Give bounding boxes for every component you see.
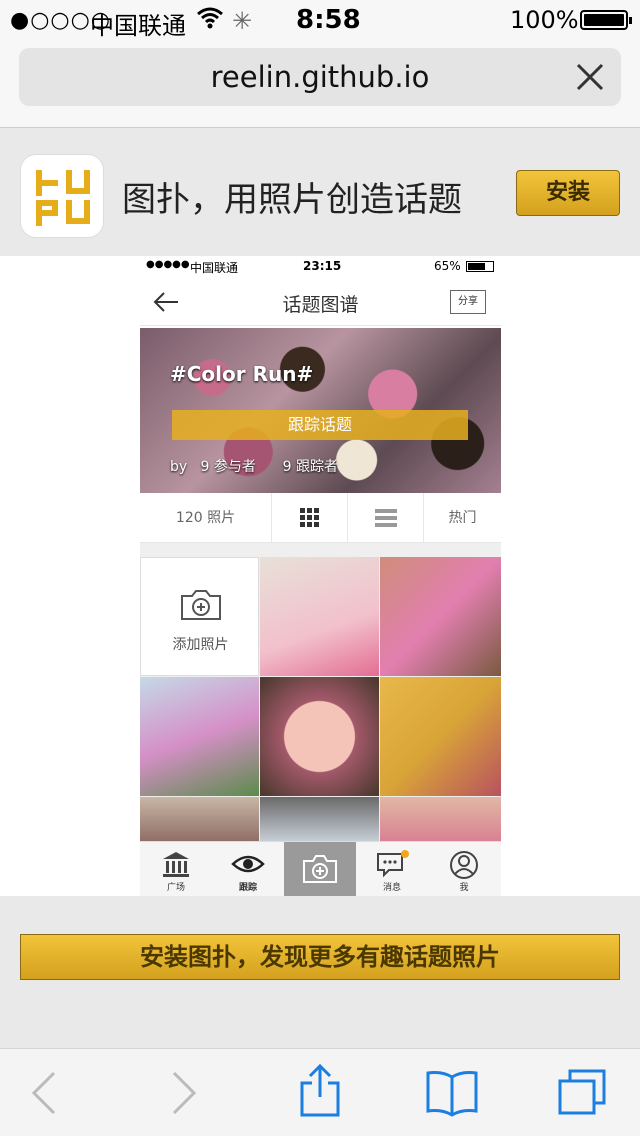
by-label: by bbox=[170, 459, 188, 475]
follow-topic-button: 跟踪话题 bbox=[172, 410, 468, 440]
preview-status-bar: ●●●●● 中国联通 23:15 65% bbox=[140, 256, 501, 278]
photo-thumbnail bbox=[380, 797, 501, 842]
clock: 8:58 bbox=[296, 5, 361, 35]
tabs-icon[interactable] bbox=[556, 1067, 608, 1117]
photo-thumbnail bbox=[380, 557, 501, 676]
list-view-icon bbox=[348, 493, 424, 543]
photo-thumbnail bbox=[140, 677, 259, 796]
participants-count: 9 参与者 bbox=[200, 459, 256, 475]
share-icon: 分享 bbox=[450, 290, 486, 314]
share-icon[interactable] bbox=[298, 1063, 342, 1117]
photo-thumbnail bbox=[260, 677, 379, 796]
browser-address-area: reelin.github.io bbox=[0, 40, 640, 128]
photo-thumbnail bbox=[260, 557, 379, 676]
browser-toolbar bbox=[0, 1048, 640, 1136]
banner-title: 图扑，用照片创造话题 bbox=[122, 180, 462, 220]
address-bar[interactable]: reelin.github.io bbox=[19, 48, 621, 106]
nav-square: 广场 bbox=[140, 842, 212, 896]
app-preview-screenshot: ●●●●● 中国联通 23:15 65% 话题图谱 分享 #Color Run#… bbox=[140, 256, 501, 896]
camera-icon bbox=[303, 855, 337, 883]
photo-thumbnail bbox=[140, 797, 259, 842]
preview-bottom-nav: 广场 跟踪 消息 我 bbox=[140, 841, 501, 896]
tupu-app-logo bbox=[20, 154, 104, 238]
photo-grid: 添加照片 bbox=[140, 557, 501, 842]
nav-me-label: 我 bbox=[459, 883, 469, 893]
photo-thumbnail bbox=[380, 677, 501, 796]
url-text[interactable]: reelin.github.io bbox=[19, 60, 621, 94]
preview-battery-text: 65% bbox=[434, 259, 461, 273]
nav-square-label: 广场 bbox=[166, 883, 185, 893]
preview-header: 话题图谱 分享 bbox=[140, 278, 501, 326]
add-photo-label: 添加照片 bbox=[172, 637, 229, 653]
camera-plus-icon bbox=[181, 590, 221, 620]
back-icon[interactable] bbox=[30, 1071, 58, 1115]
building-icon bbox=[163, 852, 189, 877]
close-icon[interactable] bbox=[575, 62, 605, 92]
wifi-icon bbox=[197, 7, 223, 29]
install-discover-button[interactable]: 安装图扑，发现更多有趣话题照片 bbox=[20, 934, 620, 980]
grid-view-icon bbox=[272, 493, 348, 543]
user-icon bbox=[450, 851, 478, 879]
divider bbox=[140, 543, 501, 557]
activity-spinner-icon: ✳ bbox=[232, 7, 253, 35]
eye-icon bbox=[231, 855, 265, 873]
status-bar: ●○○○○ 中国联通 ✳ 8:58 100% bbox=[0, 0, 640, 40]
battery-icon bbox=[580, 10, 632, 30]
preview-battery-icon bbox=[466, 261, 494, 272]
topic-hero-image: #Color Run# 跟踪话题 by 9 参与者 9 跟踪者 bbox=[140, 328, 501, 493]
message-icon bbox=[377, 850, 409, 878]
nav-camera bbox=[284, 842, 356, 896]
tupu-logo-icon bbox=[36, 170, 90, 226]
nav-messages-label: 消息 bbox=[382, 883, 401, 893]
followers-count: 9 跟踪者 bbox=[282, 459, 338, 475]
app-install-banner: 图扑，用照片创造话题 安装 bbox=[0, 128, 640, 256]
preview-time: 23:15 bbox=[303, 259, 342, 273]
nav-messages: 消息 bbox=[356, 842, 428, 896]
install-footer: 安装图扑，发现更多有趣话题照片 bbox=[0, 896, 640, 1050]
bookmarks-icon[interactable] bbox=[424, 1069, 480, 1117]
photo-thumbnail bbox=[260, 797, 379, 842]
nav-me: 我 bbox=[428, 842, 500, 896]
topic-tag: #Color Run# bbox=[170, 362, 314, 386]
forward-icon[interactable] bbox=[170, 1071, 198, 1115]
preview-signal: ●●●●● bbox=[146, 259, 190, 270]
tab-hot: 热门 bbox=[448, 510, 477, 526]
install-button[interactable]: 安装 bbox=[516, 170, 620, 216]
preview-tab-bar: 120 照片 热门 bbox=[140, 493, 501, 543]
tab-photos-count: 120 照片 bbox=[140, 493, 272, 543]
preview-page-title: 话题图谱 bbox=[282, 294, 359, 316]
topic-stats: by 9 参与者 9 跟踪者 bbox=[170, 456, 338, 476]
carrier-name: 中国联通 bbox=[90, 12, 186, 40]
nav-follow: 跟踪 bbox=[212, 842, 284, 896]
preview-carrier: 中国联通 bbox=[190, 261, 239, 275]
battery-percent: 100% bbox=[510, 6, 579, 34]
nav-follow-label: 跟踪 bbox=[238, 883, 257, 893]
add-photo-tile: 添加照片 bbox=[140, 557, 259, 676]
